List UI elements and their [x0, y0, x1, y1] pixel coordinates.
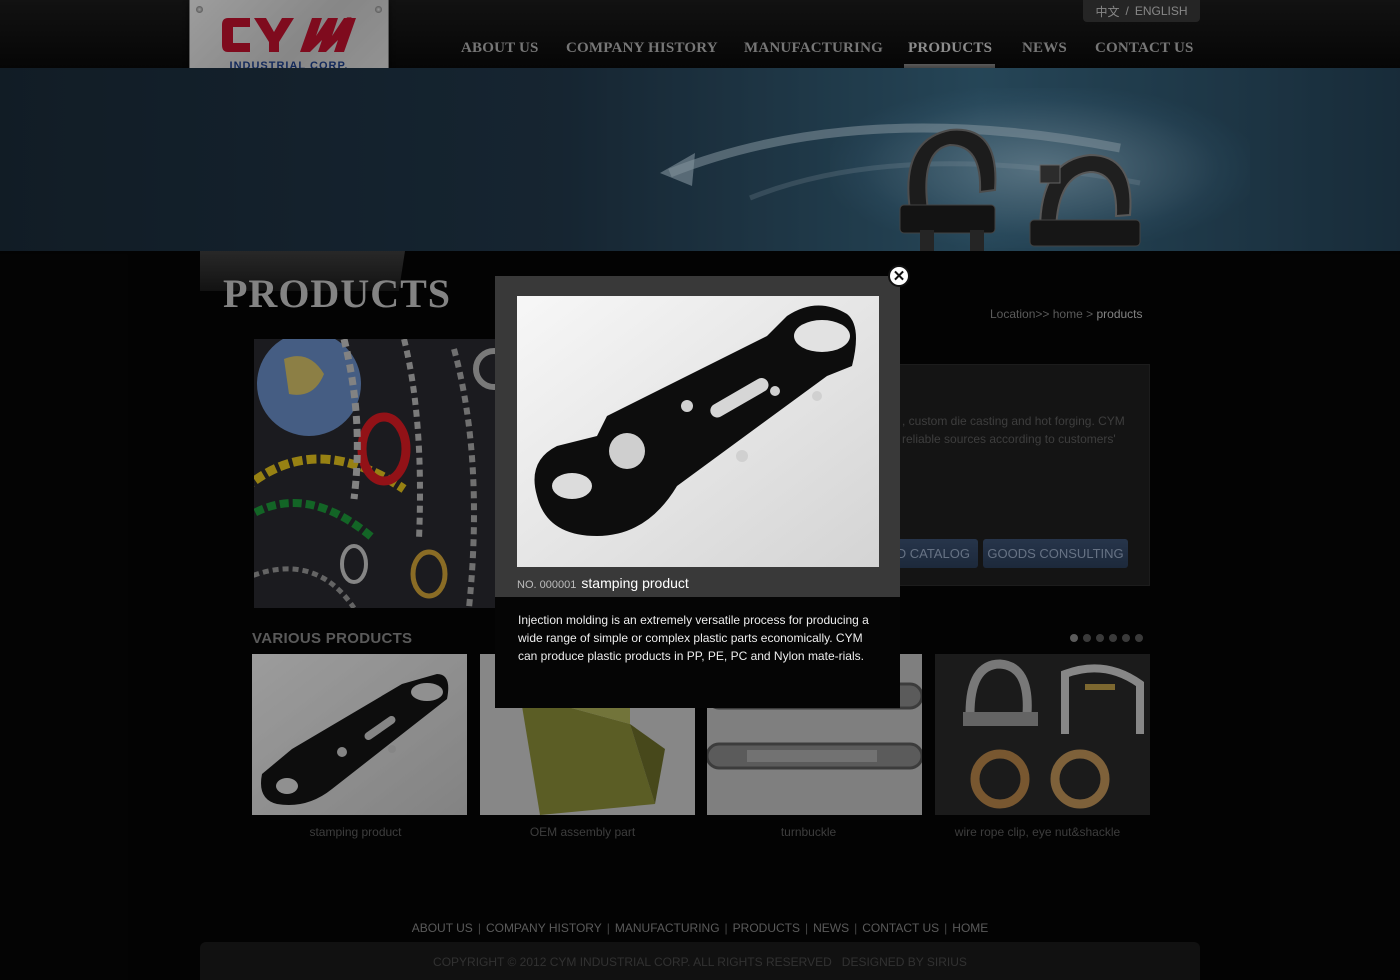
footer-nav: ABOUT US | COMPANY HISTORY | MANUFACTURING | P…: [0, 921, 1400, 935]
registered-mark: ®: [344, 14, 354, 29]
nav-products[interactable]: PRODUCTS: [908, 40, 992, 57]
breadcrumb-current: products: [1096, 307, 1143, 321]
footer-link-products[interactable]: PRODUCTS: [733, 921, 800, 935]
lang-chinese-link[interactable]: 中文: [1095, 3, 1119, 20]
footer-link-home[interactable]: HOME: [952, 921, 988, 935]
carousel-dot[interactable]: [1109, 634, 1117, 642]
intro-text: , custom die casting and hot forging. CY…: [902, 414, 1125, 446]
footer-separator: |: [724, 921, 728, 935]
footer-separator: |: [606, 921, 610, 935]
language-switcher: 中文 / ENGLISH: [1083, 0, 1200, 22]
lang-english-link[interactable]: ENGLISH: [1135, 4, 1188, 18]
footer-link-news[interactable]: NEWS: [813, 921, 849, 935]
nav-about-us[interactable]: ABOUT US: [461, 40, 539, 57]
goods-consulting-button[interactable]: GOODS CONSULTING: [983, 539, 1128, 568]
products-collage-image: [254, 339, 514, 608]
modal-product-name: stamping product: [581, 575, 689, 591]
modal-product-title: NO. 000001 stamping product: [517, 575, 689, 591]
wire-rope-clip-image: [899, 128, 1141, 251]
product-card-image-stamping[interactable]: [252, 654, 467, 815]
footer-link-contact-us[interactable]: CONTACT US: [862, 921, 939, 935]
modal-product-number: NO. 000001: [517, 579, 577, 591]
carousel-dot[interactable]: [1135, 634, 1143, 642]
footer-separator: |: [477, 921, 481, 935]
nav-news[interactable]: NEWS: [1022, 40, 1067, 57]
screw-icon: [196, 6, 203, 13]
close-icon[interactable]: ✕: [888, 265, 910, 287]
product-detail-modal: NO. 000001 stamping product Injection mo…: [495, 276, 900, 708]
carousel-dot[interactable]: [1083, 634, 1091, 642]
page-title: PRODUCTS: [223, 271, 452, 316]
various-products-title: VARIOUS PRODUCTS: [252, 630, 413, 647]
breadcrumb: Location>> home > products: [990, 307, 1143, 321]
breadcrumb-prefix: Location>>: [990, 307, 1050, 321]
copyright-text: COPYRIGHT © 2012 CYM INDUSTRIAL CORP. AL…: [433, 955, 967, 969]
footer-separator: |: [944, 921, 948, 935]
nav-manufacturing[interactable]: MANUFACTURING: [744, 40, 883, 57]
nav-company-history[interactable]: COMPANY HISTORY: [566, 40, 718, 57]
carousel-dot[interactable]: [1070, 634, 1078, 642]
footer-separator: |: [854, 921, 858, 935]
cym-logo-mark: [222, 18, 356, 52]
footer-link-about-us[interactable]: ABOUT US: [412, 921, 473, 935]
modal-product-description: Injection molding is an extremely versat…: [518, 613, 869, 663]
footer-link-manufacturing[interactable]: MANUFACTURING: [615, 921, 720, 935]
hero-banner: [0, 68, 1400, 251]
footer-link-company-history[interactable]: COMPANY HISTORY: [486, 921, 602, 935]
screw-icon: [375, 6, 382, 13]
breadcrumb-home[interactable]: home: [1053, 307, 1083, 321]
carousel-dot[interactable]: [1096, 634, 1104, 642]
product-card-label[interactable]: turnbuckle: [701, 825, 916, 839]
product-card-label[interactable]: wire rope clip, eye nut&shackle: [930, 825, 1145, 839]
carousel-dot[interactable]: [1122, 634, 1130, 642]
modal-product-image: [517, 296, 879, 567]
footer-separator: |: [805, 921, 809, 935]
carousel-dots: [1070, 634, 1143, 642]
breadcrumb-sep: >: [1086, 307, 1094, 321]
nav-contact-us[interactable]: CONTACT US: [1095, 40, 1194, 57]
product-card-image-wire-rope-clip[interactable]: [935, 654, 1150, 815]
product-card-label[interactable]: stamping product: [248, 825, 463, 839]
product-card-label[interactable]: OEM assembly part: [475, 825, 690, 839]
lang-separator: /: [1125, 4, 1129, 18]
